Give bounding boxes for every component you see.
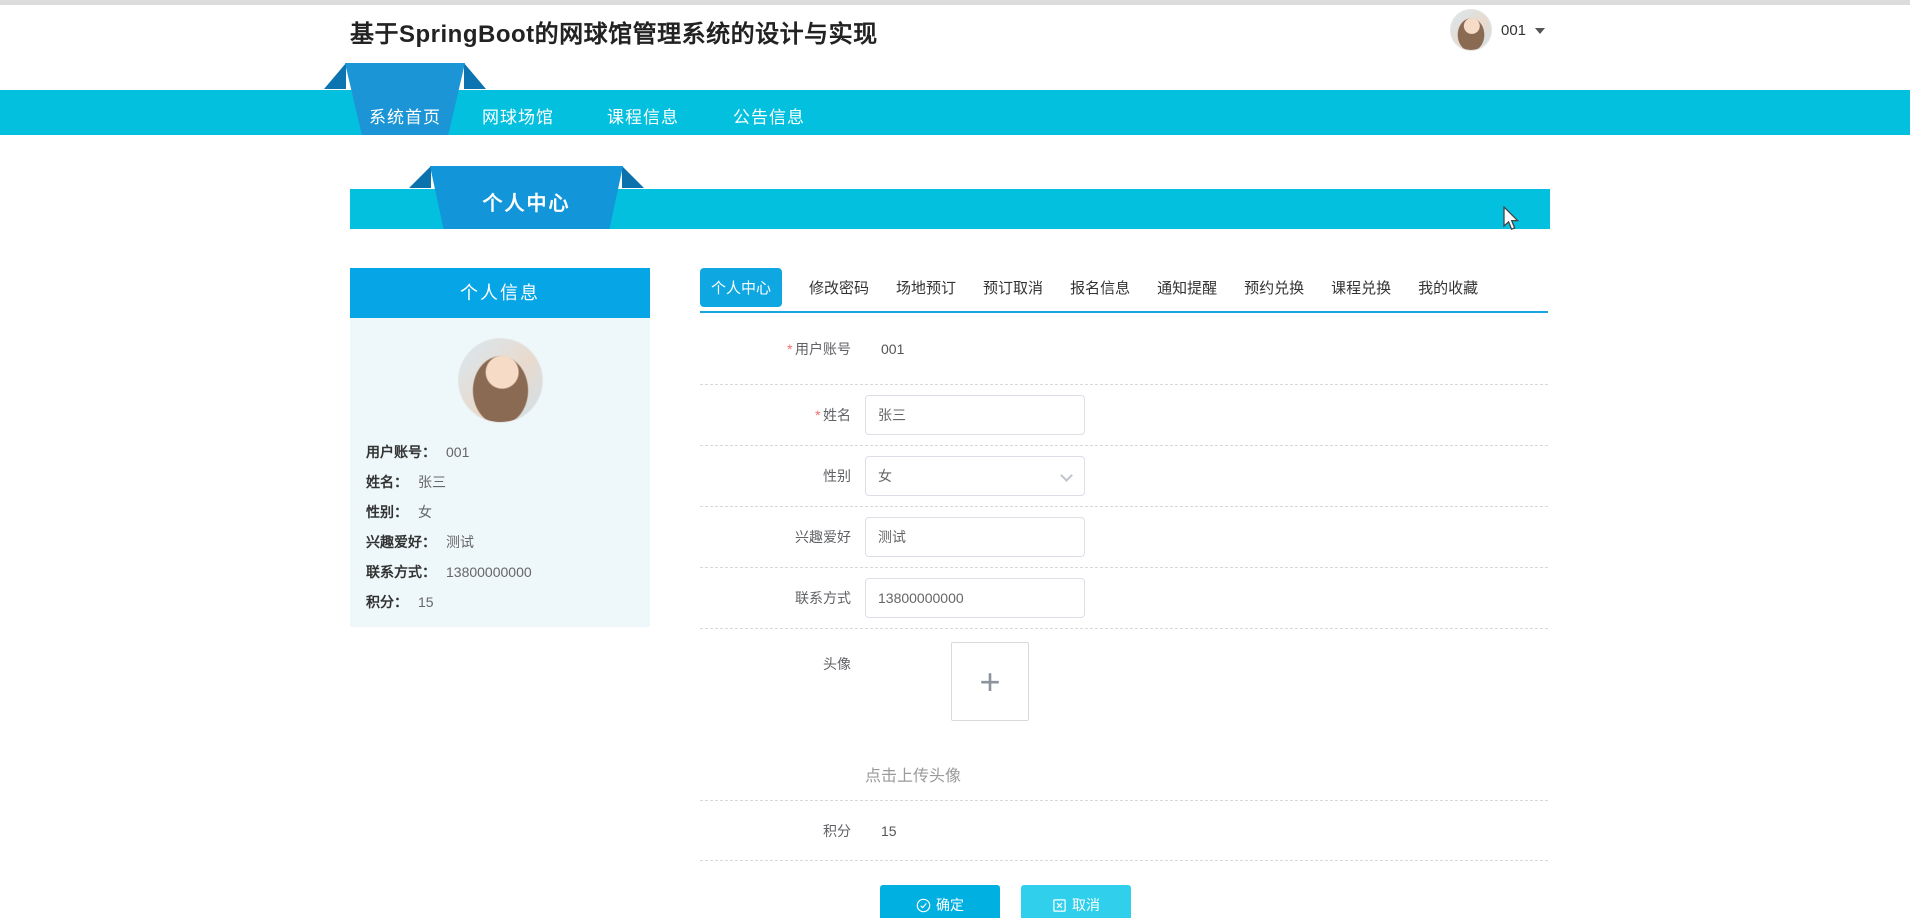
user-menu[interactable]: 001: [1450, 9, 1546, 51]
ribbon-fold-left: [409, 166, 431, 188]
profile-field-hobby: 兴趣爱好： 测试: [366, 534, 474, 550]
required-mark: *: [786, 340, 792, 357]
profile-card-body: 用户账号： 001 姓名： 张三 性别：女 兴趣爱好： 测试 联系方式： 1380000…: [350, 318, 650, 627]
banner-title: 个人中心: [430, 166, 623, 229]
form-row-account: * 用户账号 001: [700, 313, 1548, 385]
gender-label: 性别: [823, 468, 851, 484]
points-label: 积分: [823, 822, 851, 839]
required-mark: *: [814, 407, 820, 423]
ribbon-fold-right: [464, 63, 486, 89]
tab-personal-center[interactable]: 个人中心: [700, 268, 783, 307]
nav-item-announcements[interactable]: 公告信息: [733, 103, 805, 128]
name-field[interactable]: [865, 395, 1085, 435]
hobby-field[interactable]: [865, 517, 1085, 557]
confirm-button[interactable]: 确定: [880, 885, 1000, 918]
account-value: 001: [881, 340, 905, 357]
avatar-upload-hint: 点击上传头像: [865, 768, 962, 785]
main-content: 个人中心 修改密码 场地预订 预订取消 报名信息 通知提醒 预约兑换 课程兑换 …: [700, 268, 1548, 918]
profile-avatar: [457, 338, 543, 423]
form-row-gender: 性别 女: [700, 446, 1548, 507]
gender-select-value: 女: [878, 468, 892, 484]
top-divider: [0, 0, 1910, 5]
user-avatar: [1450, 9, 1492, 51]
avatar-upload-area: + 点击上传头像: [865, 642, 1029, 786]
nav-item-venues[interactable]: 网球场馆: [482, 103, 554, 128]
circle-check-icon: [916, 898, 931, 912]
ribbon-fold-left: [324, 63, 346, 89]
plus-icon: +: [979, 660, 1001, 702]
tab-notifications[interactable]: 通知提醒: [1157, 277, 1217, 298]
chevron-down-icon: [1060, 469, 1073, 482]
page-banner: 个人中心: [350, 166, 1550, 229]
user-name: 001: [1501, 21, 1527, 39]
profile-field-account: 用户账号： 001: [366, 444, 470, 460]
form-row-hobby: 兴趣爱好: [700, 507, 1548, 568]
personal-info-form: *用户账号 001 *姓名 性别 女 兴趣爱好 联系方式: [700, 313, 1548, 918]
tab-change-password[interactable]: 修改密码: [809, 277, 869, 298]
profile-field-name: 姓名： 张三: [366, 474, 446, 490]
avatar-label: 头像: [823, 656, 851, 672]
tab-registration-info[interactable]: 报名信息: [1070, 277, 1130, 298]
form-row-name: * 姓名: [700, 385, 1548, 446]
points-value: 15: [881, 822, 897, 839]
profile-card: 个人信息 用户账号： 001 姓名： 张三 性别：女 兴趣爱好： 测试 联系方式： 13…: [350, 268, 650, 627]
tab-course-redeem[interactable]: 课程兑换: [1331, 277, 1391, 298]
banner-ribbon: 个人中心: [409, 166, 644, 229]
square-close-icon: [1053, 898, 1066, 912]
form-row-avatar: 头像 + 点击上传头像: [700, 629, 1548, 801]
chevron-down-icon: [1535, 28, 1546, 34]
phone-field[interactable]: [865, 578, 1085, 618]
tab-booking-cancel[interactable]: 预订取消: [983, 277, 1043, 298]
profile-field-gender: 性别：女: [366, 504, 432, 520]
form-actions: 确定 取消: [880, 885, 1548, 918]
profile-card-title: 个人信息: [350, 268, 650, 318]
nav-item-courses[interactable]: 课程信息: [607, 103, 679, 128]
cancel-button[interactable]: 取消: [1021, 885, 1131, 918]
hobby-label: 兴趣爱好: [795, 529, 851, 545]
tab-bar: 个人中心 修改密码 场地预订 预订取消 报名信息 通知提醒 预约兑换 课程兑换 …: [700, 268, 1548, 307]
gender-select[interactable]: 女: [865, 456, 1085, 496]
tab-my-favorites[interactable]: 我的收藏: [1418, 277, 1478, 298]
name-label: * 姓名: [814, 407, 851, 423]
ribbon-fold-right: [622, 166, 644, 188]
phone-label: 联系方式: [795, 590, 851, 606]
nav-item-home[interactable]: 系统首页: [324, 63, 486, 135]
form-row-points: 积分 15: [700, 801, 1548, 861]
form-row-phone: 联系方式: [700, 568, 1548, 629]
nav-item-home-label: 系统首页: [345, 63, 465, 135]
main-nav: 系统首页 网球场馆 课程信息 公告信息: [0, 63, 1910, 135]
profile-field-phone: 联系方式： 13800000000: [366, 564, 532, 580]
profile-field-points: 积分： 15: [366, 594, 434, 610]
page: 基于SpringBoot的网球馆管理系统的设计与实现 001 系统首页 网球场馆…: [0, 0, 1910, 918]
tab-reservation-redeem[interactable]: 预约兑换: [1244, 277, 1304, 298]
page-title: 基于SpringBoot的网球馆管理系统的设计与实现: [350, 21, 878, 48]
account-label: * 用户账号: [786, 340, 851, 357]
avatar-upload-button[interactable]: +: [951, 642, 1029, 721]
tab-venue-booking[interactable]: 场地预订: [896, 277, 956, 298]
